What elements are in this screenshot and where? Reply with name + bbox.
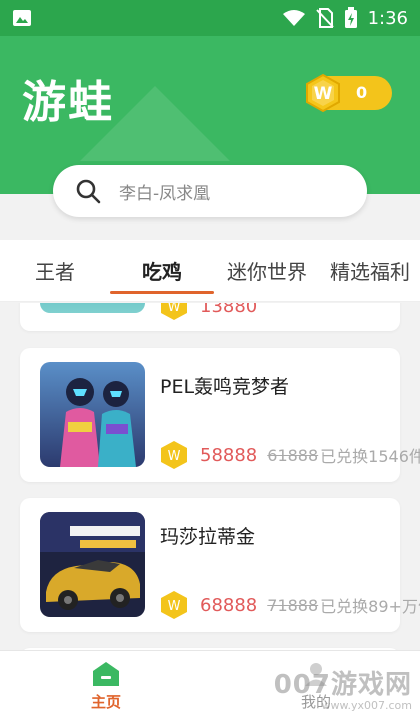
product-original-price: 61888 [267,445,319,465]
product-card[interactable]: W 13880 [20,303,400,331]
product-thumbnail [40,512,145,617]
nav-home-label: 主页 [90,693,121,711]
battery-charging-icon [344,7,357,28]
status-time: 1:36 [367,7,408,29]
product-thumbnail [40,303,145,313]
coin-badge-icon: W [161,303,187,320]
coin-balance-button[interactable]: W 0 [306,73,392,113]
product-price: 68888 [200,594,258,616]
coin-badge-icon: W [161,441,187,469]
home-icon [93,662,119,686]
nav-home-button[interactable]: 主页 [80,661,132,717]
coin-symbol: W [314,84,333,104]
tab-mini-world[interactable]: 迷你世界 [214,240,320,302]
svg-text:W: W [168,599,181,614]
price-row: W 68888 71888 已兑换89+万件 [160,590,420,620]
product-card[interactable]: PEL轰鸣竞梦者 W 58888 61888 已兑换1546件 [20,348,420,482]
product-price: 58888 [200,444,258,466]
search-bar[interactable]: 李白-凤求凰 [53,165,367,217]
no-sim-icon [315,8,334,28]
product-title: 玛莎拉蒂金 [160,526,256,548]
product-thumbnail [40,362,145,467]
category-tabs: 王者 吃鸡 迷你世界 精选福利 [0,240,420,302]
search-icon [76,179,101,204]
product-list: W 13880 PEL轰鸣竞梦者 W 58888 61888 已兑换1546件 … [0,303,420,650]
gallery-notification-icon [13,10,31,26]
wifi-icon [282,10,305,26]
price-row: W 58888 61888 已兑换1546件 [160,440,420,470]
product-title: PEL轰鸣竞梦者 [160,376,290,398]
tab-chiji[interactable]: 吃鸡 [110,240,214,302]
tab-wangzhe[interactable]: 王者 [0,240,110,302]
product-card[interactable]: 玛莎拉蒂金 W 68888 71888 已兑换89+万件 [20,498,420,632]
tab-featured-welfare[interactable]: 精选福利 [320,240,420,302]
status-bar: 1:36 [0,0,420,36]
app-title: 游蛙 [22,77,114,128]
coin-count: 0 [356,83,368,102]
svg-text:W: W [168,449,181,464]
svg-text:W: W [168,303,181,315]
product-sold-count: 已兑换1546件 [320,447,420,466]
price-row: W 13880 [160,303,257,321]
product-sold-count: 已兑换89+万件 [320,597,420,616]
coin-badge-icon: W [161,591,187,619]
coin-hexagon-icon: W [306,73,340,113]
product-price: 13880 [200,303,258,317]
product-original-price: 71888 [267,595,319,615]
search-placeholder: 李白-凤求凰 [119,183,211,204]
watermark: 007游戏网 www.yx007.com [273,670,412,712]
